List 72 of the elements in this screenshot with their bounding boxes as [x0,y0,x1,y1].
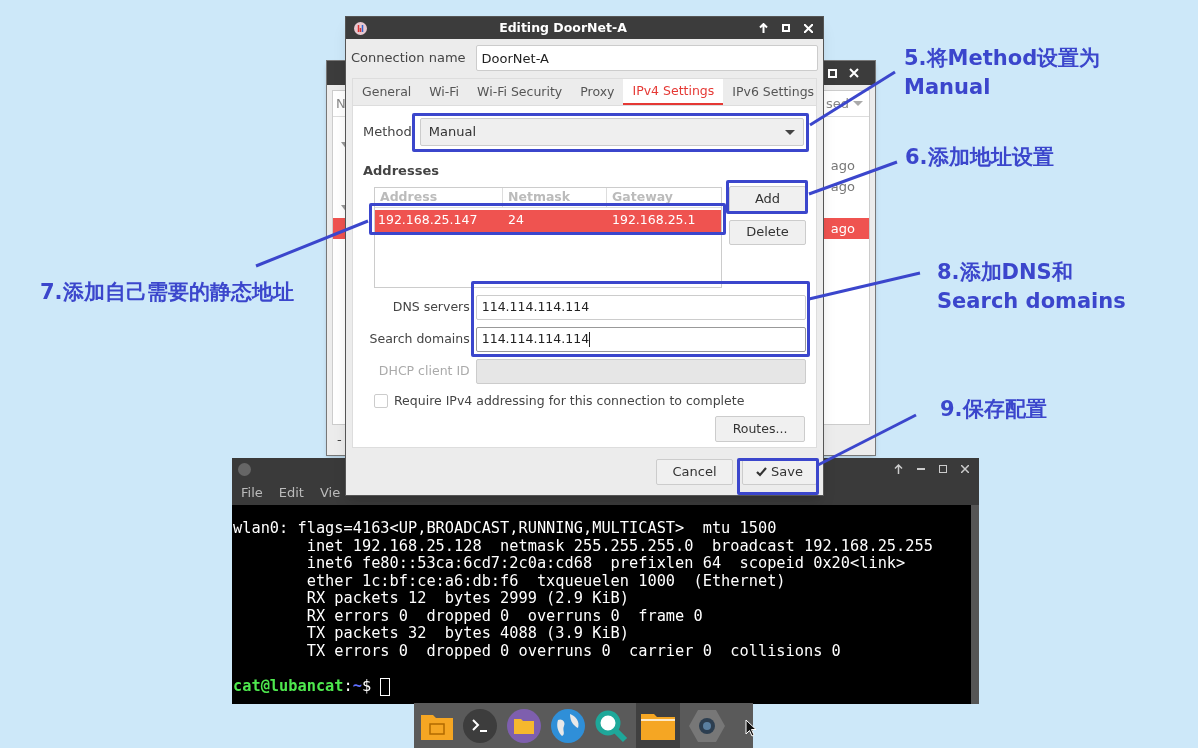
cursor [380,677,391,696]
checkbox[interactable] [374,393,388,408]
method-dropdown[interactable]: Manual [419,118,804,146]
camera-icon[interactable] [688,707,726,744]
add-button[interactable]: Add [729,185,806,213]
text-field[interactable]: 114.114.114.114 [475,294,806,320]
cancel-button[interactable]: Cancel [656,458,733,485]
table-row[interactable]: 192.168.25.147 24 192.168.25.1 [375,209,721,232]
table-cell-text: 24 [507,211,525,230]
maximize-icon[interactable] [939,465,947,473]
prompt-path: ~ [352,677,362,696]
globe-icon[interactable] [550,707,586,744]
prompt-user: cat@lubancat [233,677,344,696]
field-value: 114.114.114.114 [481,297,590,316]
output-line: wlan0: flags=4163<UP,BROADCAST,RUNNING,MULTICAST> mtu 1500 [233,520,778,538]
remove-button[interactable]: - [337,430,342,450]
annotation-text: 6.添加地址设置 [905,144,1054,171]
text-field[interactable]: 114.114.114.114 [475,326,806,352]
dropdown-value: Manual [428,123,476,142]
terminal-icon[interactable] [462,707,498,744]
menu-item[interactable]: Vie [319,482,341,503]
annotation-text: Manual [904,74,992,101]
prompt-symbol: $ [361,677,372,696]
annotation-text: Search domains [937,288,1126,315]
time-text: ago [830,219,855,238]
table-cell-text: 192.168.25.1 [611,211,697,230]
prompt-colon: : [343,677,353,696]
field-label: DNS servers [391,297,470,316]
tab[interactable]: IPv4 Settings [623,79,724,105]
table-cell-text: 192.168.25.147 [377,211,479,230]
annotation-text: 5.将Method设置为 [904,45,1101,72]
output-line: TX errors 0 dropped 0 overruns 0 carrier 0 collisions 0 [305,642,842,660]
checkbox-label: Require IPv4 addressing for this connection to complete [394,391,745,410]
annotation-text: 9.保存配置 [940,396,1047,423]
window-title: Editing DoorNet-A [498,18,628,37]
field-label: Connection name [351,49,466,68]
output-line: TX packets 32 bytes 4088 (3.9 KiB) [305,625,630,643]
network-icon [354,21,367,35]
menu-item[interactable]: File [241,482,263,503]
terminal-icon [238,462,251,476]
output-line: RX packets 12 bytes 2999 (2.9 KiB) [305,590,630,608]
tab[interactable]: IPv6 Settings [723,79,824,105]
routes-button[interactable]: Routes... [715,416,805,443]
section-heading: Addresses [363,162,440,180]
column-header[interactable]: N [336,93,346,114]
folder-icon[interactable] [506,707,542,744]
search-icon[interactable] [594,708,628,743]
field-value: 114.114.114.114 [481,329,590,348]
dock-item-active[interactable] [636,703,680,748]
output-line: ether 1c:bf:ce:a6:db:f6 txqueuelen 1000 (Ethernet) [305,572,787,590]
menu-item[interactable]: Edit [278,482,304,503]
close-icon[interactable] [961,465,969,473]
tab[interactable]: Wi-Fi [420,79,469,105]
check-icon [756,466,768,477]
delete-button[interactable]: Delete [729,219,806,245]
tab[interactable]: Proxy [571,79,624,105]
output-line: RX errors 0 dropped 0 overruns 0 frame 0 [305,607,704,625]
text-cursor [589,331,591,347]
annotation-text: 8.添加DNS和 [937,259,1074,286]
scrollbar[interactable] [971,505,979,704]
annotation-text: 7.添加自己需要的静态地址 [40,279,294,306]
mouse-pointer-icon [745,719,757,737]
connection-name-field[interactable]: DoorNet-A [475,45,818,71]
tab[interactable]: Wi-Fi Security [468,79,572,105]
output-line: inet6 fe80::53ca:6cd7:2c0a:cd68 prefixlen 64 scopeid 0x20<link> [305,555,907,573]
field-label: DHCP client ID [377,361,470,380]
output-line: inet 192.168.25.128 netmask 255.255.255.0 broadcast 192.168.25.255 [305,537,934,555]
caret-icon [785,129,795,135]
field-label: Method [363,123,412,142]
up-arrow-icon[interactable] [894,464,903,474]
tab[interactable]: General [353,79,421,105]
field-label: Search domains [368,329,470,348]
